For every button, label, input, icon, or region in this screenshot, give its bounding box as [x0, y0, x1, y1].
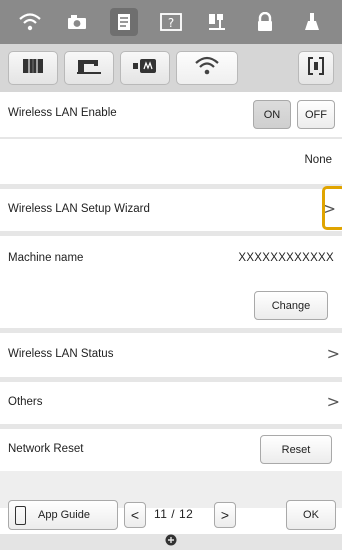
presser-foot-icon[interactable] [298, 8, 326, 36]
settings-list: Wireless LAN Enable ON OFF None Wireless… [0, 92, 342, 508]
wifi-icon[interactable] [16, 8, 44, 36]
page-indicator: 11 / 12 [154, 507, 194, 521]
chevron-left-icon: < [130, 507, 140, 523]
others-label: Others [8, 396, 43, 408]
svg-text:?: ? [168, 16, 174, 30]
change-button[interactable]: Change [254, 291, 328, 320]
embroidery-frame-icon [132, 57, 158, 80]
wireless-lan-status-label: Wireless LAN Status [8, 348, 114, 360]
setup-wizard-label: Wireless LAN Setup Wizard [8, 203, 150, 215]
app-guide-button[interactable]: App Guide [8, 500, 118, 530]
tab-book[interactable] [8, 51, 58, 85]
machine-name-value: XXXXXXXXXXXX [238, 252, 334, 264]
tab-embroidery[interactable] [120, 51, 170, 85]
chevron-right-icon: > [220, 507, 230, 523]
highlight-box [322, 186, 342, 230]
document-icon[interactable] [109, 8, 138, 36]
top-toolbar: ? [0, 0, 342, 44]
setup-wizard-row[interactable]: Wireless LAN Setup Wizard > [0, 186, 342, 231]
phone-icon [15, 505, 26, 525]
wireless-lan-status-row[interactable]: Wireless LAN Status > [0, 333, 342, 377]
off-button[interactable]: OFF [297, 100, 335, 129]
lock-icon[interactable] [251, 8, 279, 36]
reset-button[interactable]: Reset [260, 435, 332, 464]
network-reset-label: Network Reset [8, 443, 84, 455]
wifi-icon [194, 56, 220, 81]
wireless-lan-enable-label: Wireless LAN Enable [8, 107, 117, 119]
book-icon [21, 57, 45, 80]
tab-wireless[interactable] [176, 51, 238, 85]
bracket-icon [307, 56, 325, 81]
previous-page-button[interactable]: < [124, 502, 146, 528]
on-button[interactable]: ON [253, 100, 291, 129]
chevron-right-icon[interactable]: > [327, 392, 340, 411]
camera-icon[interactable] [63, 8, 91, 36]
network-reset-row: Network Reset Reset [0, 429, 342, 471]
bottom-bar: App Guide < 11 / 12 > OK [0, 500, 342, 534]
ok-button[interactable]: OK [286, 500, 336, 530]
chevron-right-icon[interactable]: > [327, 344, 340, 363]
settings-screen: ? Wireless LAN Enable ON OFF None Wirele… [0, 0, 342, 550]
wireless-lan-status-value-row: None [0, 139, 342, 184]
connection-status-value: None [304, 154, 333, 166]
tab-sewing[interactable] [64, 51, 114, 85]
app-guide-label: App Guide [38, 509, 90, 521]
machine-name-row: Machine name XXXXXXXXXXXX Change [0, 236, 342, 328]
settings-category-tabs [0, 44, 342, 92]
others-row[interactable]: Others > [0, 382, 342, 424]
sewing-machine-icon [76, 57, 102, 80]
help-icon[interactable]: ? [157, 8, 185, 36]
next-page-button[interactable]: > [214, 502, 236, 528]
wireless-lan-enable-row: Wireless LAN Enable ON OFF [0, 92, 342, 137]
tab-extra[interactable] [298, 51, 334, 85]
needle-icon[interactable] [204, 8, 232, 36]
footer-strip [0, 534, 342, 550]
machine-name-label: Machine name [8, 252, 84, 264]
status-indicator-icon [165, 533, 177, 550]
